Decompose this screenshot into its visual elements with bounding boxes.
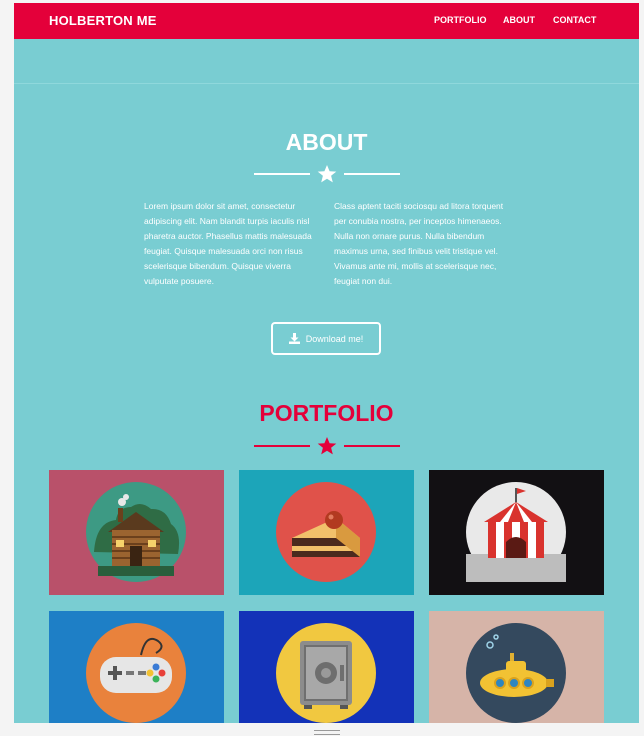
navbar: HOLBERTON ME PORTFOLIO ABOUT CONTACT xyxy=(14,3,639,39)
download-icon xyxy=(288,333,300,344)
portfolio-item-submarine[interactable] xyxy=(429,611,604,723)
star-icon xyxy=(317,437,337,455)
portfolio-title: PORTFOLIO xyxy=(259,400,394,426)
about-star-divider xyxy=(254,165,400,183)
portfolio-star-divider xyxy=(254,437,400,455)
about-paragraph-left: Lorem ipsum dolor sit amet, consectetur … xyxy=(144,201,312,286)
submarine-icon xyxy=(466,623,566,723)
about-paragraph-right: Class aptent taciti sociosqu ad litora t… xyxy=(334,201,504,286)
download-button[interactable]: Download me! xyxy=(271,322,381,355)
header-rule xyxy=(14,83,639,84)
portfolio-item-circus[interactable] xyxy=(429,470,604,595)
nav-link-about[interactable]: ABOUT xyxy=(503,15,535,25)
resize-handle[interactable] xyxy=(314,730,340,735)
about-title: ABOUT xyxy=(285,129,368,155)
circus-tent-icon xyxy=(466,482,566,582)
nav-link-portfolio[interactable]: PORTFOLIO xyxy=(434,15,487,25)
game-controller-icon xyxy=(86,623,186,723)
brand-logo[interactable]: HOLBERTON ME xyxy=(49,13,157,28)
portfolio-item-cabin[interactable] xyxy=(49,470,224,595)
safe-icon xyxy=(276,623,376,723)
portfolio-item-safe[interactable] xyxy=(239,611,414,723)
log-cabin-icon xyxy=(86,482,186,582)
download-label: Download me! xyxy=(305,333,364,344)
nav-link-contact[interactable]: CONTACT xyxy=(553,15,596,25)
cake-slice-icon xyxy=(276,482,376,582)
star-icon xyxy=(317,165,337,183)
portfolio-item-cake[interactable] xyxy=(239,470,414,595)
page: HOLBERTON ME PORTFOLIO ABOUT CONTACT ABO… xyxy=(14,3,639,723)
portfolio-item-controller[interactable] xyxy=(49,611,224,723)
